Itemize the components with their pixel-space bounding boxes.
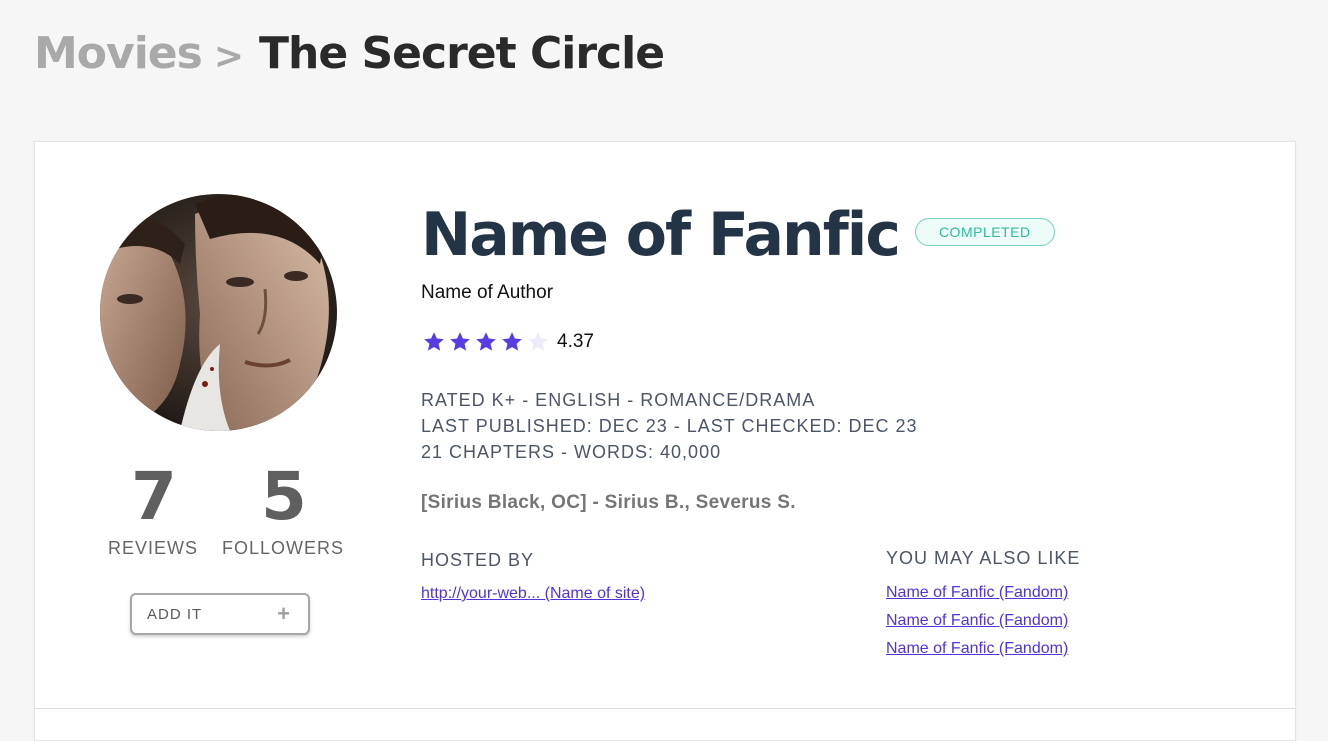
add-it-button[interactable]: ADD IT + [130,593,310,635]
also-like-link[interactable]: Name of Fanfic (Fandom) [886,583,1068,602]
rating: 4.37 [421,330,594,354]
followers-label: FOLLOWERS [221,538,345,558]
fanfic-card: 7 REVIEWS 5 FOLLOWERS ADD IT + Name of F… [34,141,1296,741]
meta-line: RATED K+ - ENGLISH - ROMANCE/DRAMA [421,390,816,410]
reviews-stat: 7 REVIEWS [107,464,199,559]
meta-line: LAST PUBLISHED: DEC 23 - LAST CHECKED: D… [421,416,918,436]
cover-image [100,194,337,431]
meta-line: 21 CHAPTERS - WORDS: 40,000 [421,442,722,462]
title-row: Name of Fanfic COMPLETED [421,202,1055,268]
star-filled-icon [450,332,470,351]
author-name: Name of Author [421,282,554,303]
status-badge: COMPLETED [914,218,1055,246]
star-rating [421,330,551,354]
plus-icon: + [277,601,290,626]
page-title: The Secret Circle [258,28,665,79]
also-like-link[interactable]: Name of Fanfic (Fandom) [886,611,1068,630]
also-like-list: Name of Fanfic (Fandom) Name of Fanfic (… [886,583,1068,667]
fanfic-meta: RATED K+ - ENGLISH - ROMANCE/DRAMA LAST … [421,387,918,465]
add-it-label: ADD IT [147,605,203,623]
characters-pairing: [Sirius Black, OC] - Sirius B., Severus … [421,492,796,513]
reviews-count: 7 [131,458,177,535]
followers-count: 5 [261,458,307,535]
fanfic-title: Name of Fanfic [421,200,901,270]
followers-stat: 5 FOLLOWERS [221,464,345,559]
hosted-by-heading: HOSTED BY [421,550,535,570]
reviews-label: REVIEWS [107,538,198,558]
star-empty-icon [528,332,548,351]
breadcrumb: Movies > The Secret Circle [34,28,665,79]
star-filled-icon [476,332,496,351]
hosted-site-link[interactable]: http://your-web... (Name of site) [421,585,645,603]
breadcrumb-parent-link[interactable]: Movies [34,28,203,79]
card-divider [35,708,1295,709]
also-like-link[interactable]: Name of Fanfic (Fandom) [886,639,1068,658]
breadcrumb-separator: > [213,36,244,77]
also-like-heading: YOU MAY ALSO LIKE [886,548,1081,568]
star-filled-icon [424,332,444,351]
star-filled-icon [502,332,522,351]
rating-value: 4.37 [557,331,594,352]
